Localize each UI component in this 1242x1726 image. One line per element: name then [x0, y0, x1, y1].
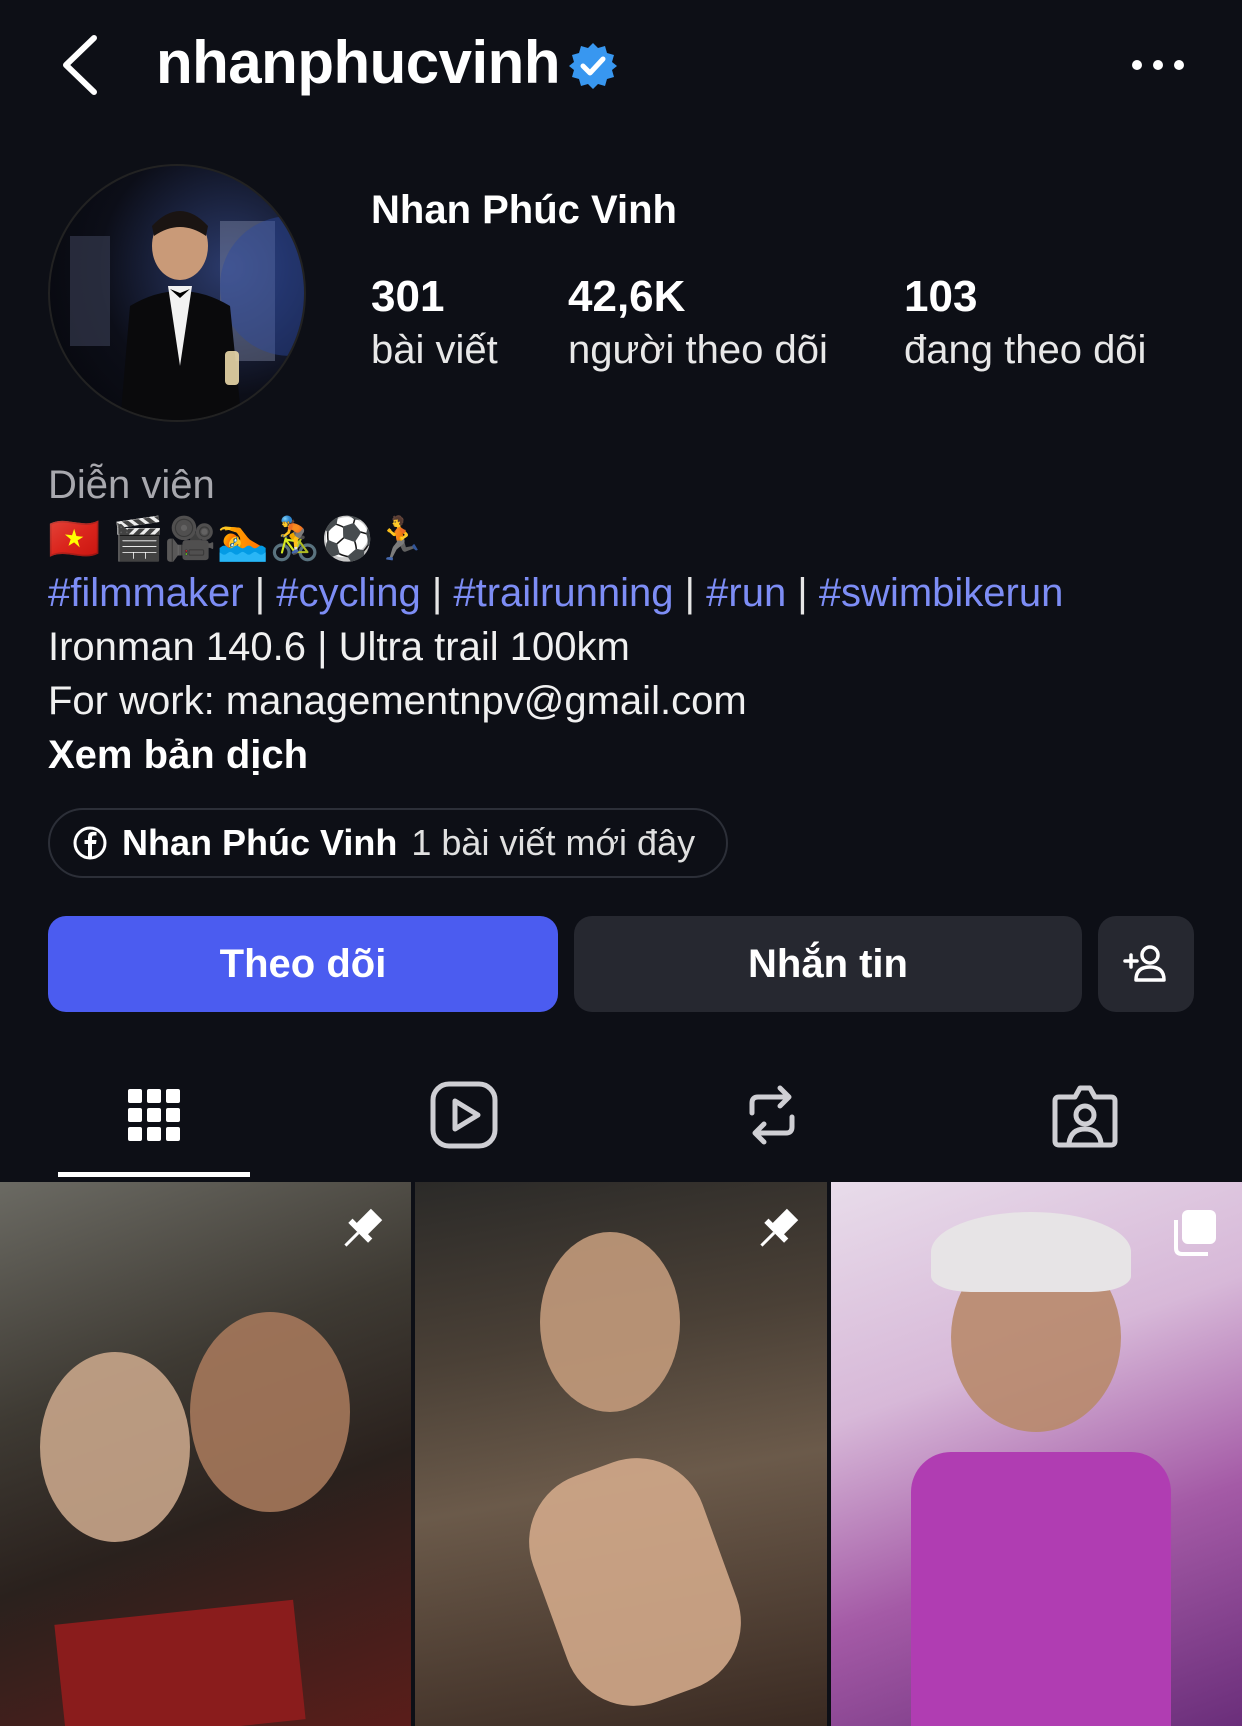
top-bar: nhanphucvinh	[0, 0, 1242, 130]
photo-face-shape	[190, 1312, 350, 1512]
photo-shirt-shape	[911, 1452, 1171, 1726]
pin-icon	[760, 1208, 799, 1247]
photo-face-shape	[40, 1352, 190, 1542]
bio-category: Diễn viên	[48, 463, 215, 507]
post-thumbnail-3[interactable]	[831, 1182, 1242, 1726]
facebook-link-pill[interactable]: Nhan Phúc Vinh 1 bài viết mới đây	[48, 808, 728, 878]
photo-hands-shape	[509, 1438, 761, 1726]
stat-following-value: 103	[904, 272, 978, 321]
repost-icon[interactable]	[732, 1075, 812, 1155]
grid-icon[interactable]	[114, 1075, 194, 1155]
back-chevron-icon[interactable]	[56, 30, 116, 100]
photo-face-shape	[540, 1232, 680, 1412]
follow-button[interactable]: Theo dõi	[48, 916, 558, 1012]
reels-icon[interactable]	[424, 1075, 504, 1155]
profile-username: nhanphucvinh	[156, 29, 560, 96]
hashtag-link[interactable]: #filmmaker	[48, 571, 244, 615]
pin-icon	[344, 1208, 383, 1247]
suggest-people-button[interactable]	[1098, 916, 1194, 1012]
facebook-page-name: Nhan Phúc Vinh	[122, 822, 398, 863]
photo-cap-shape	[931, 1212, 1131, 1292]
avatar-image	[70, 211, 304, 420]
stat-followers[interactable]: 42,6K người theo dõi	[568, 272, 828, 373]
post-thumbnail-1[interactable]	[0, 1182, 411, 1726]
profile-bio: Diễn viên 🇻🇳 🎬🎥🏊🚴⚽🏃 #filmmaker | #cyclin…	[48, 458, 1208, 782]
hashtag-separator: |	[243, 571, 277, 615]
bio-emojis: 🇻🇳 🎬🎥🏊🚴⚽🏃	[48, 515, 426, 562]
post-thumbnail-2[interactable]	[415, 1182, 827, 1726]
hashtag-separator: |	[786, 571, 819, 615]
add-person-icon	[1123, 945, 1166, 982]
stat-posts: 301 bài viết	[371, 272, 498, 373]
stat-followers-value: 42,6K	[568, 272, 686, 321]
stat-following-label: đang theo dõi	[904, 328, 1147, 372]
multiple-posts-icon	[1174, 1210, 1216, 1256]
message-button[interactable]: Nhắn tin	[574, 916, 1082, 1012]
display-name: Nhan Phúc Vinh	[371, 188, 677, 232]
facebook-post-meta: 1 bài viết mới đây	[411, 822, 696, 863]
hashtag-link[interactable]: #trailrunning	[453, 571, 673, 615]
stat-posts-label: bài viết	[371, 328, 498, 372]
hashtag-link[interactable]: #swimbikerun	[819, 571, 1064, 615]
bio-line-achievements: Ironman 140.6 | Ultra trail 100km	[48, 625, 630, 669]
bio-hashtags: #filmmaker | #cycling | #trailrunning | …	[48, 566, 1208, 620]
profile-avatar[interactable]	[48, 164, 306, 422]
hashtag-link[interactable]: #cycling	[276, 571, 421, 615]
stat-posts-value: 301	[371, 272, 445, 321]
verified-badge-icon	[569, 43, 617, 89]
stat-followers-label: người theo dõi	[568, 328, 828, 372]
stat-following[interactable]: 103 đang theo dõi	[904, 272, 1146, 373]
hashtag-separator: |	[673, 571, 707, 615]
photo-box-shape	[54, 1599, 306, 1726]
active-tab-indicator	[58, 1172, 250, 1177]
facebook-icon	[73, 826, 107, 860]
see-translation-link[interactable]: Xem bản dịch	[48, 728, 1208, 782]
more-options-icon[interactable]	[1128, 52, 1188, 78]
hashtag-separator: |	[420, 571, 454, 615]
hashtag-link[interactable]: #run	[706, 571, 786, 615]
bio-line-contact: For work: managementnpv@gmail.com	[48, 679, 747, 723]
tagged-person-icon[interactable]	[1045, 1075, 1125, 1155]
